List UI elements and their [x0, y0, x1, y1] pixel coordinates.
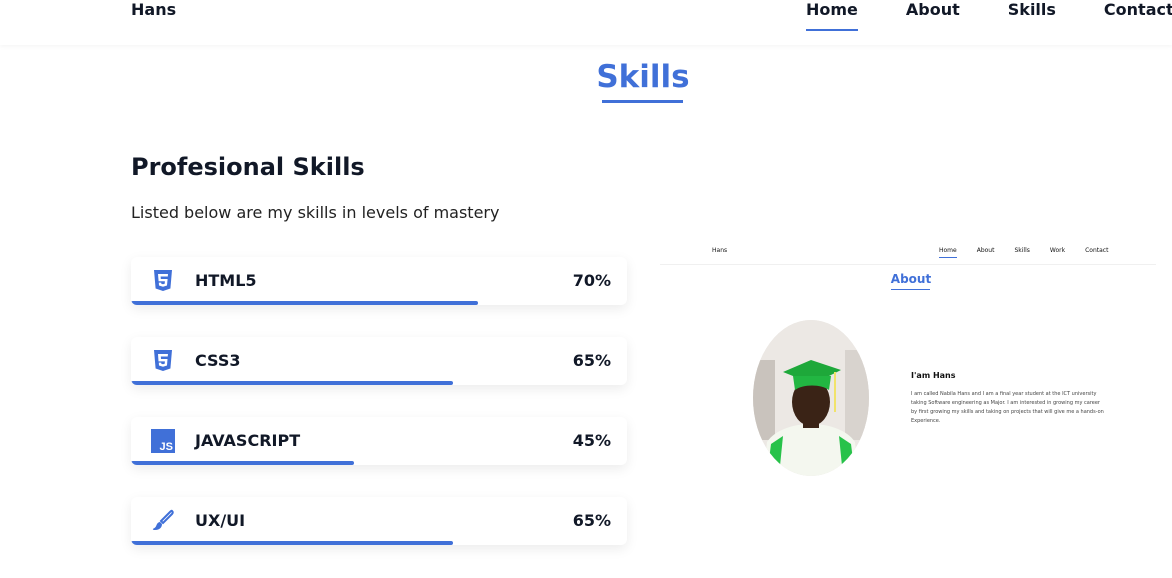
skill-progress-bar: [131, 461, 355, 465]
skill-percent: 65%: [572, 511, 611, 530]
skill-name: HTML5: [195, 271, 257, 290]
skill-card-javascript: JS JAVASCRIPT 45%: [131, 417, 627, 465]
preview-title: About: [890, 272, 932, 286]
html5-icon: [151, 269, 175, 293]
skill-card-css3: CSS3 65%: [131, 337, 627, 385]
preview-greeting: I'am Hans: [911, 371, 956, 380]
nav-about[interactable]: About: [906, 0, 960, 20]
preview-header: Hans Home About Skills Work Contact: [660, 238, 1156, 265]
skill-progress-bar: [131, 541, 454, 545]
skill-card-html5: HTML5 70%: [131, 257, 627, 305]
paintbrush-icon: [151, 509, 175, 533]
skill-percent: 45%: [572, 431, 611, 450]
site-header: Hans Home About Skills Contact: [0, 0, 1172, 45]
preview-bio: I am called Nabila Hans and I am a final…: [911, 391, 1104, 424]
skill-progress-bar: [131, 381, 454, 385]
main-nav: Home About Skills Contact: [806, 0, 1172, 31]
preview-brand: Hans: [712, 247, 728, 254]
preview-title-underline: [891, 289, 930, 290]
svg-text:JS: JS: [160, 441, 173, 453]
preview-nav-skills: Skills: [1014, 247, 1030, 254]
skill-percent: 65%: [572, 351, 611, 370]
javascript-icon: JS: [151, 429, 175, 453]
css3-icon: [151, 349, 175, 373]
skills-subtitle: Listed below are my skills in levels of …: [131, 203, 500, 222]
skills-heading: Profesional Skills: [131, 153, 365, 181]
skill-name: UX/UI: [195, 511, 246, 530]
section-title: Skills: [596, 59, 690, 95]
profile-photo: [753, 320, 869, 476]
skill-name: JAVASCRIPT: [195, 431, 301, 450]
brand-logo[interactable]: Hans: [131, 0, 176, 20]
skill-name: CSS3: [195, 351, 241, 370]
skill-percent: 70%: [572, 271, 611, 290]
nav-contact[interactable]: Contact: [1104, 0, 1172, 20]
skill-card-uxui: UX/UI 65%: [131, 497, 627, 545]
preview-nav-contact: Contact: [1085, 247, 1109, 254]
about-preview-image: Hans Home About Skills Work Contact Abou…: [660, 238, 1156, 478]
nav-home[interactable]: Home: [806, 0, 858, 31]
preview-nav-about: About: [976, 247, 995, 254]
title-underline: [602, 100, 683, 103]
nav-skills[interactable]: Skills: [1008, 0, 1056, 20]
skill-progress-bar: [131, 301, 479, 305]
preview-nav-home: Home: [939, 247, 957, 258]
preview-nav: Home About Skills Work Contact: [939, 247, 1128, 258]
preview-nav-work: Work: [1049, 247, 1066, 254]
